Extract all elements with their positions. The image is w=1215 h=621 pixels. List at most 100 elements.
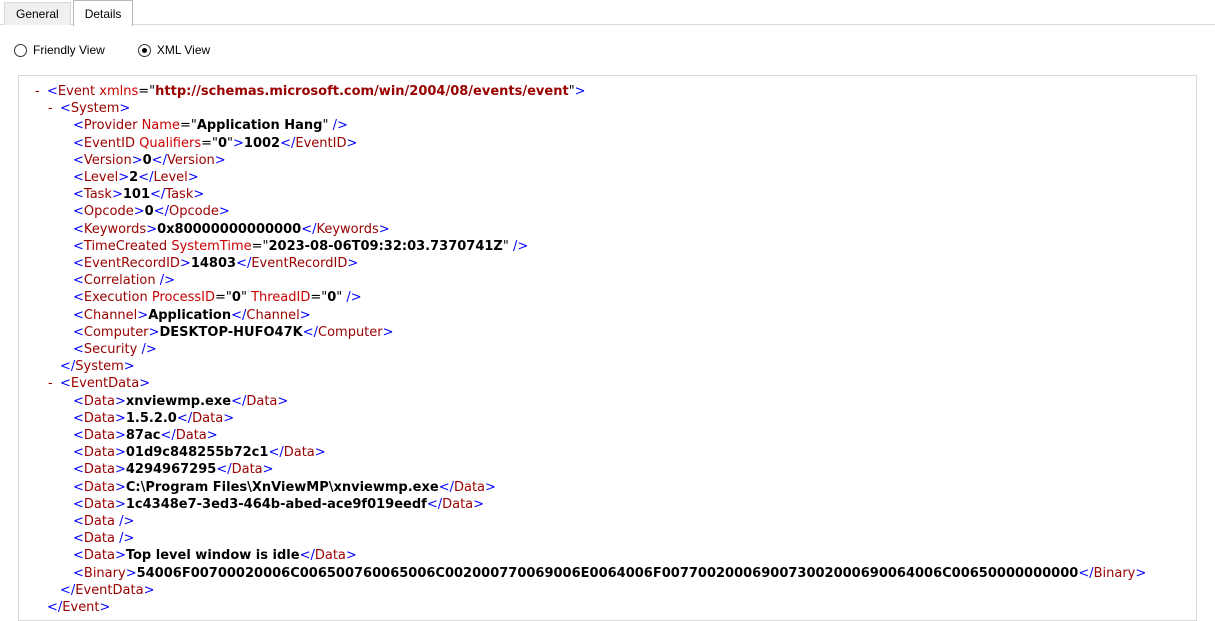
xml-line: - <System> <box>19 100 1196 117</box>
xml-token: Name <box>141 118 180 134</box>
xml-line: <Data>Top level window is idle</Data> <box>19 547 1196 564</box>
tab-details-label: Details <box>84 7 122 21</box>
xml-token: 01d9c848255b72c1 <box>125 445 269 461</box>
xml-token: Data <box>246 393 278 409</box>
view-mode-row: Friendly View XML View <box>0 25 1215 75</box>
xml-token: </ <box>150 187 166 203</box>
xml-token: =" <box>215 290 232 306</box>
xml-token: </ <box>160 428 176 444</box>
xml-token: Version <box>83 152 132 168</box>
xml-line: <Version>0</Version> <box>19 152 1196 169</box>
xml-token: " <box>240 290 252 306</box>
xml-token: > <box>473 496 485 512</box>
xml-token: Channel <box>246 307 300 323</box>
radio-xml-view[interactable]: XML View <box>137 43 210 57</box>
xml-token: Qualifiers <box>139 135 202 151</box>
xml-token: < <box>73 256 84 272</box>
xml-line: <Data>1c4348e7-3ed3-464b-abed-ace9f019ee… <box>19 496 1196 513</box>
xml-line: <Provider Name="Application Hang" /> <box>19 117 1196 134</box>
collapse-toggle[interactable]: - <box>48 100 60 117</box>
xml-line: <Binary>54006F00700020006C00650076006500… <box>19 565 1196 582</box>
xml-token: > <box>299 307 311 323</box>
xml-token: xmlns <box>99 84 139 99</box>
xml-line: <Correlation /> <box>19 272 1196 289</box>
xml-token: Data <box>83 531 115 547</box>
xml-token: > <box>179 256 191 272</box>
xml-token: Keywords <box>83 221 147 237</box>
collapse-toggle[interactable]: - <box>35 83 47 100</box>
xml-token: > <box>137 307 149 323</box>
xml-token: Event <box>62 600 100 616</box>
xml-token: > <box>143 582 155 598</box>
xml-token: > <box>378 221 390 237</box>
xml-token: </ <box>280 135 296 151</box>
xml-token: < <box>73 135 84 151</box>
xml-token: Data <box>83 462 115 478</box>
xml-token: < <box>73 221 84 237</box>
xml-token: < <box>73 565 84 581</box>
xml-token: </ <box>153 204 169 220</box>
xml-token: < <box>73 462 84 478</box>
xml-token: > <box>574 84 586 99</box>
xml-token: Data <box>442 496 474 512</box>
tab-general[interactable]: General <box>4 2 71 25</box>
tab-details[interactable]: Details <box>72 0 134 26</box>
xml-token: Task <box>83 187 112 203</box>
xml-line: <Opcode>0</Opcode> <box>19 203 1196 220</box>
xml-token: < <box>73 342 84 358</box>
xml-line: <Data>xnviewmp.exe</Data> <box>19 393 1196 410</box>
xml-token: 1.5.2.0 <box>125 410 177 426</box>
xml-token: Application Hang <box>196 118 323 134</box>
xml-token: > <box>99 600 111 616</box>
collapse-toggle[interactable]: - <box>48 375 60 392</box>
xml-token: =" <box>251 238 269 254</box>
xml-token: < <box>73 531 84 547</box>
xml-token: DESKTOP-HUFO47K <box>159 324 303 340</box>
xml-token: 0x80000000000000 <box>157 221 302 237</box>
xml-token: > <box>346 135 358 151</box>
xml-token: Channel <box>83 307 138 323</box>
xml-token: Top level window is idle <box>125 548 300 564</box>
xml-token: > <box>131 152 143 168</box>
xml-token: EventRecordID <box>83 256 180 272</box>
xml-token: Data <box>83 445 115 461</box>
xml-token: > <box>139 376 151 392</box>
tab-general-label: General <box>16 7 59 21</box>
xml-line: </Event> <box>19 599 1196 616</box>
xml-token: /> <box>119 514 135 530</box>
xml-token: " <box>502 238 513 254</box>
xml-token: </ <box>231 307 247 323</box>
xml-token: Data <box>283 445 315 461</box>
xml-token: " <box>336 290 347 306</box>
xml-token: EventID <box>83 135 135 151</box>
xml-token: Computer <box>318 324 383 340</box>
xml-token: </ <box>302 324 318 340</box>
xml-line: <Execution ProcessID="0" ThreadID="0" /> <box>19 289 1196 306</box>
xml-token: > <box>114 393 126 409</box>
xml-token: </ <box>299 548 315 564</box>
xml-token: /> <box>332 118 348 134</box>
xml-token: < <box>73 393 84 409</box>
radio-button-icon[interactable] <box>137 43 151 57</box>
xml-token: > <box>382 324 394 340</box>
xml-token: > <box>114 445 126 461</box>
xml-token: > <box>119 101 131 117</box>
xml-line: - <Event xmlns="http://schemas.microsoft.… <box>19 83 1196 100</box>
xml-token: 0 <box>144 204 154 220</box>
xml-token: 1c4348e7-3ed3-464b-abed-ace9f019eedf <box>125 496 427 512</box>
xml-token: </ <box>301 221 317 237</box>
xml-line: </EventData> <box>19 582 1196 599</box>
xml-token: EventRecordID <box>251 256 348 272</box>
xml-token: Binary <box>83 565 126 581</box>
xml-token: > <box>114 428 126 444</box>
radio-friendly-label: Friendly View <box>33 43 105 57</box>
radio-button-icon[interactable] <box>14 43 27 57</box>
radio-friendly-view[interactable]: Friendly View <box>14 43 105 57</box>
xml-token: </ <box>1078 565 1094 581</box>
xml-token: > <box>314 445 326 461</box>
xml-token: > <box>148 324 160 340</box>
xml-token: > <box>214 152 226 168</box>
xml-token: < <box>47 84 58 99</box>
xml-token: </ <box>426 496 443 512</box>
xml-token: 0 <box>217 135 228 151</box>
